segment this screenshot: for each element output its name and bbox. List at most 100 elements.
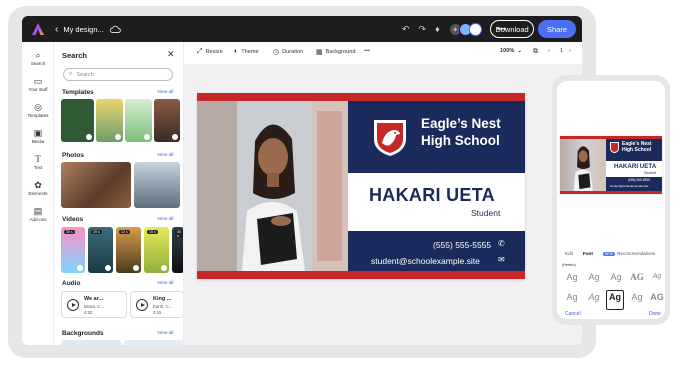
rail-item-addons[interactable]: ▤ Add-ons xyxy=(22,206,54,222)
rail-item-elements[interactable]: ✿ Elements xyxy=(22,180,54,196)
video-thumbnail[interactable]: 12 s xyxy=(116,227,141,273)
rail-item-search[interactable]: ⌕ Search xyxy=(22,50,54,66)
close-icon[interactable]: ✕ xyxy=(167,49,175,60)
pages-icon[interactable]: ⧉ xyxy=(533,48,538,56)
font-option[interactable]: AG xyxy=(648,291,665,311)
zoom-value: 100% xyxy=(500,48,515,54)
student-name[interactable]: HAKARI UETA xyxy=(369,185,495,206)
top-bar: ‹ My design... ↶ ↷ ♦ + ••• Download Shar… xyxy=(22,16,582,42)
font-option[interactable]: Ag xyxy=(585,291,603,311)
next-page-chevron-icon[interactable]: › xyxy=(569,48,571,54)
view-all-backgrounds-link[interactable]: View all xyxy=(157,331,173,336)
download-button[interactable]: Download xyxy=(490,20,534,38)
email-address: student@schoolexample.site xyxy=(610,184,649,188)
audio-item[interactable]: We ar... Brass, C... 4:20 xyxy=(61,291,127,318)
collaborators[interactable]: + xyxy=(448,22,482,36)
template-thumbnail[interactable] xyxy=(154,99,180,142)
font-option[interactable]: Ag xyxy=(563,291,581,311)
left-rail: ⌕ Search ▭ Your stuff ◎ Templates ▣ Media TT… xyxy=(22,42,54,345)
font-option[interactable]: Ag xyxy=(628,291,646,311)
tab-font[interactable]: Font xyxy=(583,251,593,256)
back-chevron-icon[interactable]: ‹ xyxy=(55,24,58,35)
share-button[interactable]: Share xyxy=(538,20,576,38)
video-thumbnail[interactable]: 30 s xyxy=(172,227,183,273)
email-address[interactable]: student@schoolexample.site xyxy=(371,256,480,266)
audio-item[interactable]: King ... Earth, C... 2:15 xyxy=(130,291,183,318)
font-option[interactable]: AG xyxy=(628,271,646,291)
view-all-audio-link[interactable]: View all xyxy=(157,281,173,286)
photo-thumbnail[interactable] xyxy=(61,162,131,208)
card-top-stripe xyxy=(197,93,525,101)
duration-button[interactable]: ◷ Duration xyxy=(273,48,303,56)
student-photo[interactable] xyxy=(197,101,348,271)
resize-icon: ⤢ xyxy=(197,48,203,55)
font-option[interactable]: Ag xyxy=(585,271,603,291)
tab-recommendations[interactable]: NEW Recommendations xyxy=(602,251,656,256)
mobile-screen: Eagle’s Nest High School HAKARI UETA Stud… xyxy=(557,81,665,319)
rail-label: Search xyxy=(30,61,46,66)
video-thumbnail[interactable]: 15 s xyxy=(144,227,169,273)
document-title[interactable]: My design... xyxy=(63,25,103,34)
resize-button[interactable]: ⤢ Resize xyxy=(197,48,223,56)
view-all-photos-link[interactable]: View all xyxy=(157,153,173,158)
rail-label: Add-ons xyxy=(29,217,47,222)
rail-label: Text xyxy=(33,165,43,170)
comment-pin-icon[interactable]: ♦ xyxy=(435,22,440,36)
undo-icon[interactable]: ↶ xyxy=(402,22,410,36)
school-name-line2: High School xyxy=(622,147,652,153)
search-icon: ⌕ xyxy=(35,50,41,60)
video-thumbnail[interactable]: 30 s xyxy=(61,227,85,273)
play-icon[interactable] xyxy=(67,299,79,311)
school-name[interactable]: Eagle’s Nest High School xyxy=(421,115,501,149)
theme-button[interactable]: ◐ Theme xyxy=(234,48,259,55)
audio-artist: Brass, C... xyxy=(84,304,105,309)
rail-item-media[interactable]: ▣ Media xyxy=(22,128,54,144)
font-option[interactable]: Ag xyxy=(648,271,665,291)
student-role[interactable]: Student xyxy=(471,208,500,218)
phone-number[interactable]: (555) 555-5555 xyxy=(433,240,491,250)
background-button[interactable]: ▦ Background xyxy=(316,48,355,56)
play-icon xyxy=(77,265,83,271)
font-sample: AG xyxy=(630,272,644,282)
view-all-videos-link[interactable]: View all xyxy=(157,217,173,222)
rail-item-your-stuff[interactable]: ▭ Your stuff xyxy=(22,76,54,92)
more-tools-icon[interactable]: ••• xyxy=(364,48,370,54)
page-number: 1 xyxy=(560,48,564,54)
id-card-design[interactable]: Eagle’s Nest High School HAKARI UETA Stu… xyxy=(197,93,525,279)
eagle-crest-icon xyxy=(610,142,619,153)
view-all-templates-link[interactable]: View all xyxy=(157,90,173,95)
font-option[interactable]: Ag xyxy=(563,271,581,291)
panel-title: Search xyxy=(62,51,88,60)
folder-icon: ▭ xyxy=(33,76,43,86)
prev-page-chevron-icon[interactable]: ‹ xyxy=(548,48,550,54)
template-thumbnail[interactable] xyxy=(96,99,123,142)
font-option-selected[interactable]: Ag xyxy=(606,290,624,310)
play-icon[interactable] xyxy=(136,299,148,311)
section-title-backgrounds: Backgrounds xyxy=(62,330,104,337)
template-thumbnail[interactable] xyxy=(61,99,94,142)
adobe-express-logo-icon[interactable] xyxy=(31,22,45,36)
rail-item-templates[interactable]: ◎ Templates xyxy=(22,102,54,118)
zoom-select[interactable]: 100% ⌄ xyxy=(500,48,522,54)
mobile-tabs: Edit Font NEW Recommendations xyxy=(565,251,655,256)
redo-icon[interactable]: ↷ xyxy=(419,22,427,36)
eagle-crest-icon xyxy=(373,119,407,162)
font-name-label: (Heebo) xyxy=(562,263,576,267)
search-input[interactable]: ⌕ Search xyxy=(63,68,173,81)
template-thumbnail[interactable] xyxy=(125,99,152,142)
done-button[interactable]: Done xyxy=(649,311,661,317)
mobile-card-preview[interactable]: Eagle’s Nest High School HAKARI UETA Stud… xyxy=(560,136,662,194)
play-icon xyxy=(161,265,167,271)
background-thumbnail[interactable] xyxy=(61,340,121,345)
font-sample: Ag xyxy=(588,292,600,302)
video-duration-badge: 12 s xyxy=(119,230,130,234)
tab-recommendations-label: Recommendations xyxy=(617,251,656,256)
rail-item-text[interactable]: T Text xyxy=(22,154,54,170)
background-thumbnail[interactable] xyxy=(124,340,183,345)
photo-thumbnail[interactable] xyxy=(134,162,180,208)
video-thumbnail[interactable]: 19 s xyxy=(88,227,113,273)
cancel-button[interactable]: Cancel xyxy=(565,311,581,317)
font-option[interactable]: Ag xyxy=(607,271,625,291)
tab-edit[interactable]: Edit xyxy=(565,251,573,256)
font-sample: AG xyxy=(650,292,664,302)
